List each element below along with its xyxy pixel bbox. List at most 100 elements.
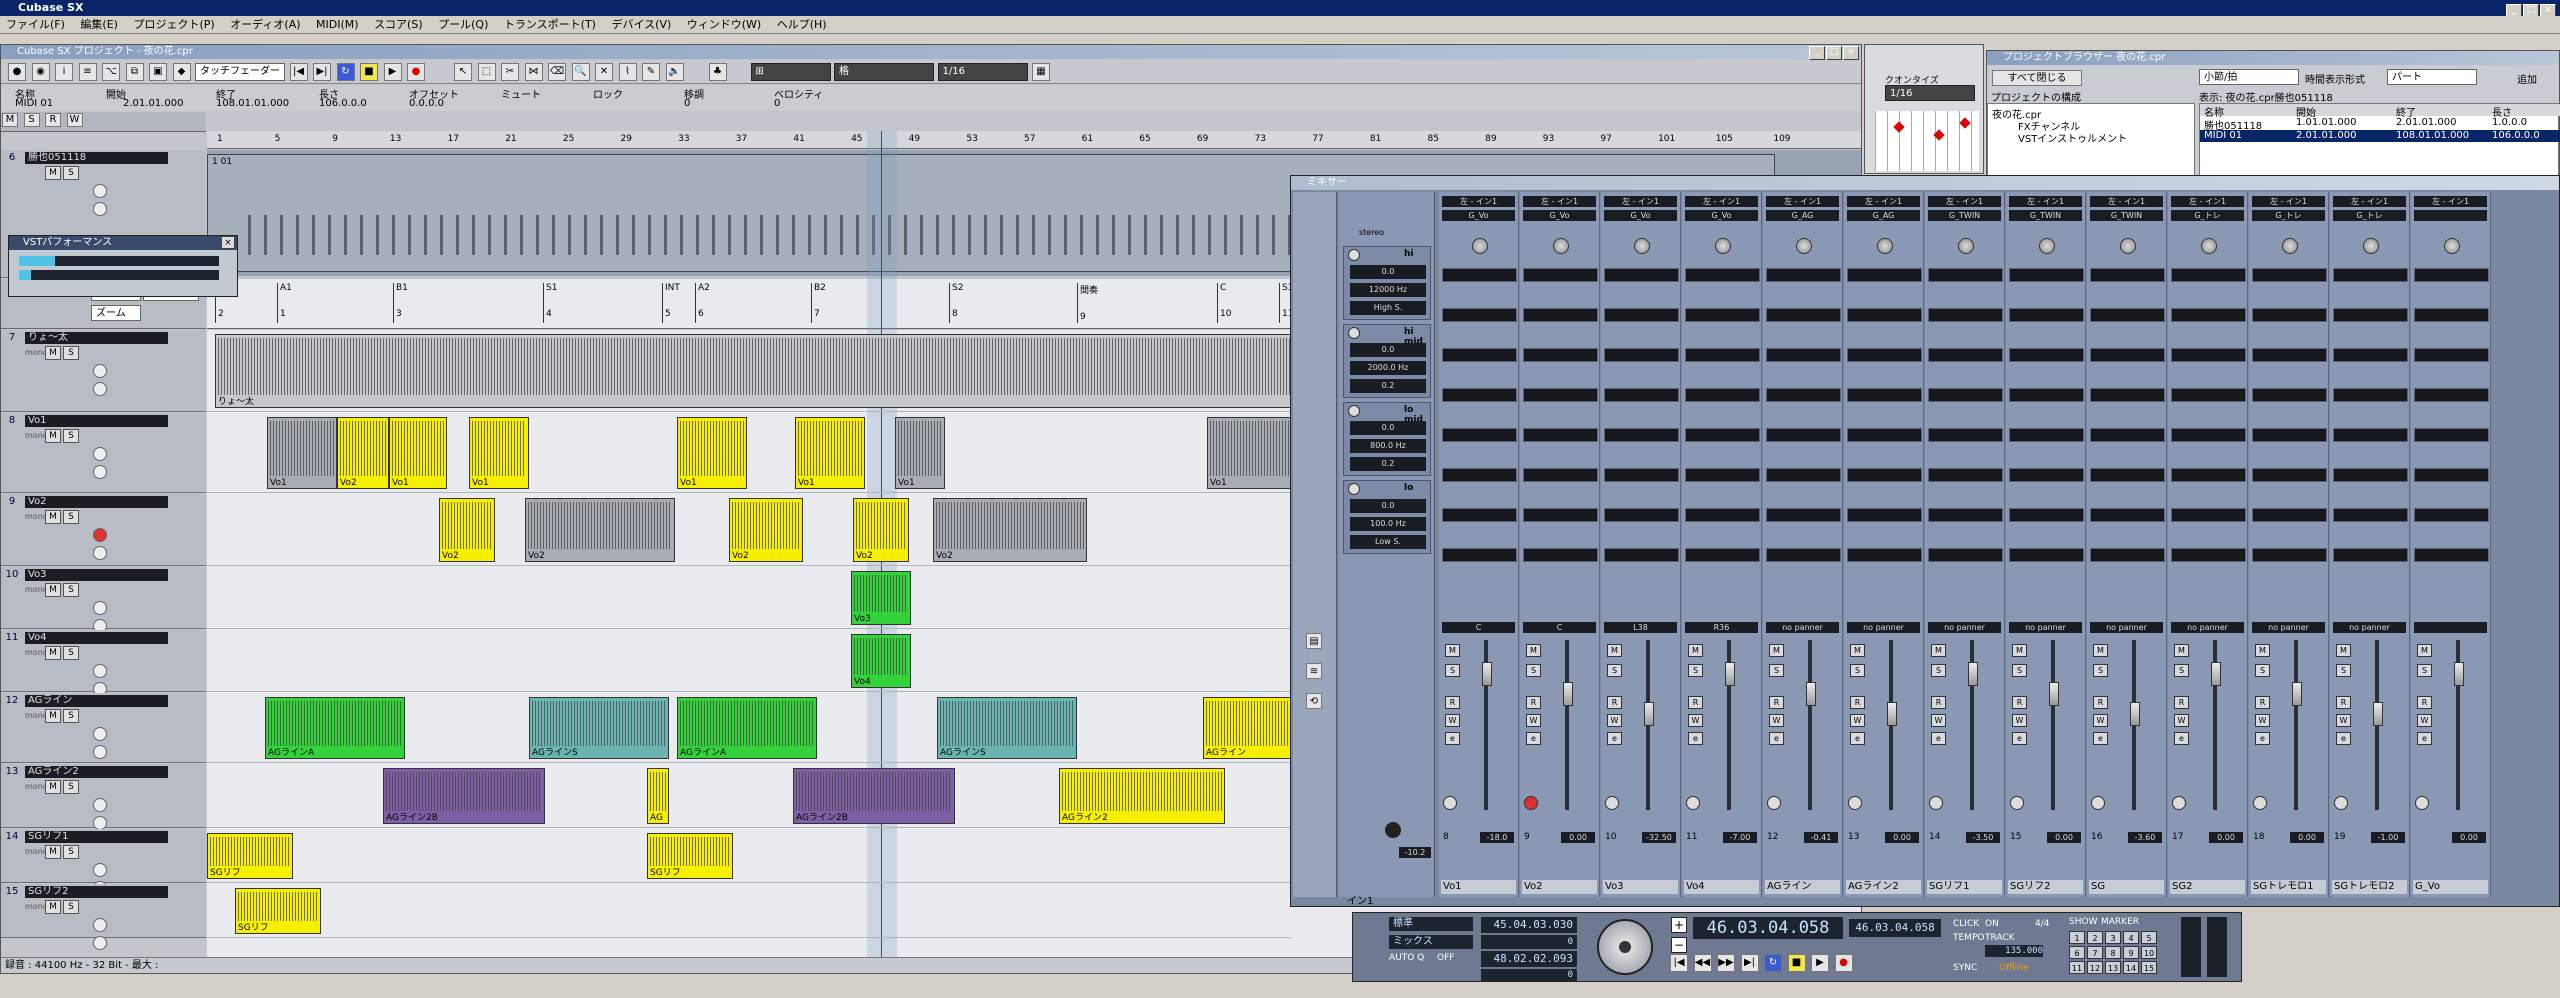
input-gain-knob[interactable] (2038, 238, 2055, 254)
record-enable-icon[interactable] (2091, 796, 2105, 810)
volume-value[interactable]: -18.0 (1480, 832, 1514, 843)
solo-button[interactable]: S (2174, 664, 2189, 677)
output-routing[interactable]: G_Vo (1604, 210, 1677, 221)
insert-slot[interactable] (1847, 548, 1922, 562)
part-select[interactable]: パート (2387, 69, 2477, 85)
volume-fader[interactable] (1724, 662, 1735, 686)
forward-end-icon[interactable]: ▶| (1740, 954, 1759, 972)
insert-slot[interactable] (1928, 428, 2003, 442)
range-tool-icon[interactable]: ⬚ (477, 63, 496, 81)
right-locator[interactable]: 48.02.02.093 (1481, 951, 1577, 967)
insert-slot[interactable] (1442, 268, 1517, 282)
solo-button[interactable]: S (1769, 664, 1784, 677)
edit-button[interactable]: e (2417, 732, 2432, 745)
table-row-selected[interactable]: MIDI 01 2.01.01.000 108.01.01.000 106.0.… (2200, 130, 2560, 142)
marker-button-3[interactable]: 3 (2105, 931, 2121, 944)
insert-slot[interactable] (2090, 548, 2165, 562)
channel-name[interactable]: SGトレモロ2 (2332, 880, 2407, 894)
left-locator[interactable]: 45.04.03.030 (1481, 917, 1577, 933)
output-routing[interactable]: G_トレ (2171, 210, 2244, 221)
solo-button[interactable]: S (2093, 664, 2108, 677)
insert-slot[interactable] (1847, 388, 1922, 402)
tempo-label[interactable]: TEMPO (1953, 933, 1984, 943)
project-close-button[interactable]: × (1843, 46, 1859, 60)
input-routing[interactable]: 左 - イン1 (1442, 196, 1515, 207)
track-header-11[interactable]: 11 Vo4 mono M S (1, 630, 206, 696)
insert-slot[interactable] (1604, 348, 1679, 362)
info-transpose-value[interactable]: 0 (684, 98, 690, 109)
record-enable-button[interactable] (93, 447, 107, 461)
insert-slot[interactable] (1685, 508, 1760, 522)
channel-name[interactable]: G_Vo (2413, 880, 2488, 894)
input-gain-knob[interactable] (1552, 238, 1569, 254)
marker-button-12[interactable]: 12 (2087, 961, 2103, 974)
eq-band-lo-mid[interactable]: lo mid 0.0 800.0 Hz 0.2 (1343, 402, 1431, 476)
output-routing[interactable]: G_Vo (1685, 210, 1758, 221)
channel-name[interactable]: SG2 (2170, 880, 2245, 894)
track-name[interactable]: Vo1 (25, 415, 168, 427)
output-routing[interactable]: G_Vo (1523, 210, 1596, 221)
audio-event[interactable]: AGラインS (937, 697, 1077, 759)
track-name[interactable]: 勝也051118 (25, 152, 168, 164)
edit-button[interactable]: e (2174, 732, 2189, 745)
input-gain-knob[interactable] (1714, 238, 1731, 254)
mute-button[interactable]: M (1526, 644, 1541, 657)
track-header-10[interactable]: 10 Vo3 mono M S (1, 567, 206, 633)
insert-slot[interactable] (2414, 548, 2489, 562)
insert-slot[interactable] (1523, 468, 1598, 482)
volume-value[interactable]: 0.00 (1885, 832, 1919, 843)
quantize-select[interactable]: 1/16 (937, 63, 1028, 81)
insert-slot[interactable] (2333, 348, 2408, 362)
insert-slot[interactable] (1685, 428, 1760, 442)
collapse-all-button[interactable]: すべて閉じる (1992, 70, 2082, 86)
edit-button[interactable]: e (1688, 732, 1703, 745)
insert-slot[interactable] (2171, 428, 2246, 442)
input-gain-knob[interactable] (1633, 238, 1650, 254)
insert-slot[interactable] (2252, 348, 2327, 362)
transport-stop-icon[interactable]: ■ (1787, 954, 1806, 972)
edit-button[interactable]: e (1850, 732, 1865, 745)
audio-event[interactable]: Vo1 (389, 417, 447, 489)
audio-event[interactable]: Vo2 (439, 498, 495, 562)
menu-edit[interactable]: 編集(E) (74, 18, 124, 31)
input-routing[interactable]: 左 - イン1 (1523, 196, 1596, 207)
menu-midi[interactable]: MIDI(M) (310, 18, 365, 31)
solo-button[interactable]: S (1850, 664, 1865, 677)
marker[interactable]: C 10 (1217, 283, 1231, 323)
eq-band-hi-mid[interactable]: hi mid 0.0 2000.0 Hz 0.2 (1343, 324, 1431, 398)
audio-event[interactable]: AGライン2B (793, 768, 955, 824)
channel-name[interactable]: Vo4 (1684, 880, 1759, 894)
solo-button[interactable]: S (63, 900, 79, 914)
insert-slot[interactable] (2252, 548, 2327, 562)
play-icon[interactable]: ▶ (383, 63, 402, 81)
volume-fader[interactable] (1643, 702, 1654, 726)
write-button[interactable]: W (2012, 714, 2027, 727)
input-routing[interactable]: 左 - イン1 (2252, 196, 2325, 207)
output-routing[interactable]: G_トレ (2252, 210, 2325, 221)
draw-tool-icon[interactable]: ✎ (642, 63, 660, 81)
menu-pool[interactable]: プール(Q) (432, 18, 494, 31)
eq-value[interactable]: 800.0 Hz (1350, 439, 1426, 453)
zoom-select[interactable]: ズーム (91, 305, 141, 321)
menu-help[interactable]: ヘルプ(H) (771, 18, 833, 31)
insert-slot[interactable] (2009, 348, 2084, 362)
insert-slot[interactable] (2009, 508, 2084, 522)
audio-event[interactable]: AGライン2 (1059, 768, 1225, 824)
record-enable-icon[interactable] (1767, 796, 1781, 810)
insert-slot[interactable] (1847, 428, 1922, 442)
channel-name[interactable]: Vo3 (1603, 880, 1678, 894)
solo-button[interactable]: S (63, 709, 79, 723)
insert-slot[interactable] (1685, 468, 1760, 482)
eq-value[interactable]: 100.0 Hz (1350, 517, 1426, 531)
insert-slot[interactable] (1442, 348, 1517, 362)
nudge-minus-icon[interactable]: − (1671, 937, 1687, 953)
pan-display[interactable]: C (1442, 622, 1515, 633)
insert-slot[interactable] (2090, 348, 2165, 362)
insert-slot[interactable] (2333, 428, 2408, 442)
read-button[interactable]: R (2336, 696, 2351, 709)
write-button[interactable]: W (2174, 714, 2189, 727)
input-gain-knob[interactable] (2443, 238, 2460, 254)
record-enable-button[interactable] (93, 664, 107, 678)
marker-button-14[interactable]: 14 (2123, 961, 2139, 974)
eq-value[interactable]: 0.0 (1350, 421, 1426, 435)
